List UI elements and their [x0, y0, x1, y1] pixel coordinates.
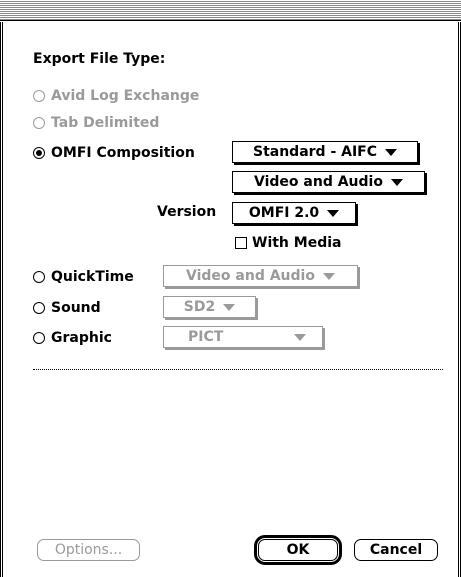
version-popup[interactable]: OMFI 2.0 — [232, 202, 356, 224]
export-file-type-heading: Export File Type: — [33, 51, 166, 67]
radio-label: QuickTime — [51, 269, 134, 285]
quicktime-content-popup[interactable]: Video and Audio — [163, 265, 358, 287]
popup-value: Video and Audio — [186, 268, 315, 284]
radio-avid-log-exchange[interactable]: Avid Log Exchange — [33, 86, 199, 106]
version-label: Version — [157, 204, 217, 220]
radio-label: Sound — [51, 300, 101, 316]
radio-label: Avid Log Exchange — [51, 88, 200, 104]
radio-button-icon — [33, 90, 45, 102]
checkbox-icon — [235, 237, 247, 249]
graphic-format-popup[interactable]: PICT — [163, 326, 323, 348]
options-button[interactable]: Options... — [37, 539, 140, 561]
popup-value: Video and Audio — [254, 174, 383, 190]
popup-value: Standard - AIFC — [252, 144, 378, 160]
ok-button[interactable]: OK — [258, 539, 338, 561]
popup-value: PICT — [188, 329, 224, 345]
dropdown-arrow-icon — [327, 209, 340, 217]
radio-button-icon — [33, 302, 45, 314]
sound-format-popup[interactable]: SD2 — [163, 296, 256, 318]
radio-button-icon — [33, 332, 45, 344]
checkbox-label: With Media — [252, 235, 342, 251]
radio-label: Tab Delimited — [51, 115, 160, 131]
radio-tab-delimited[interactable]: Tab Delimited — [33, 113, 159, 133]
dropdown-arrow-icon — [385, 148, 398, 156]
radio-label: Graphic — [51, 330, 112, 346]
popup-value: OMFI 2.0 — [248, 205, 320, 221]
radio-omfi-composition[interactable]: OMFI Composition — [33, 143, 195, 163]
radio-quicktime[interactable]: QuickTime — [33, 267, 134, 287]
title-bar[interactable] — [0, 0, 461, 21]
cancel-button[interactable]: Cancel — [354, 539, 438, 561]
radio-sound[interactable]: Sound — [33, 298, 101, 318]
radio-button-icon — [33, 271, 45, 283]
radio-button-icon — [33, 117, 45, 129]
with-media-checkbox[interactable]: With Media — [235, 233, 341, 253]
radio-button-selected-icon — [33, 147, 45, 159]
radio-label: OMFI Composition — [51, 145, 195, 161]
divider — [33, 369, 443, 370]
popup-value: SD2 — [183, 299, 216, 315]
dropdown-arrow-icon — [322, 272, 335, 280]
dropdown-arrow-icon — [390, 178, 403, 186]
content-popup[interactable]: Video and Audio — [232, 171, 425, 193]
dropdown-arrow-icon — [223, 303, 236, 311]
dropdown-arrow-icon — [294, 333, 306, 341]
audio-format-popup[interactable]: Standard - AIFC — [232, 141, 418, 163]
radio-graphic[interactable]: Graphic — [33, 328, 112, 348]
